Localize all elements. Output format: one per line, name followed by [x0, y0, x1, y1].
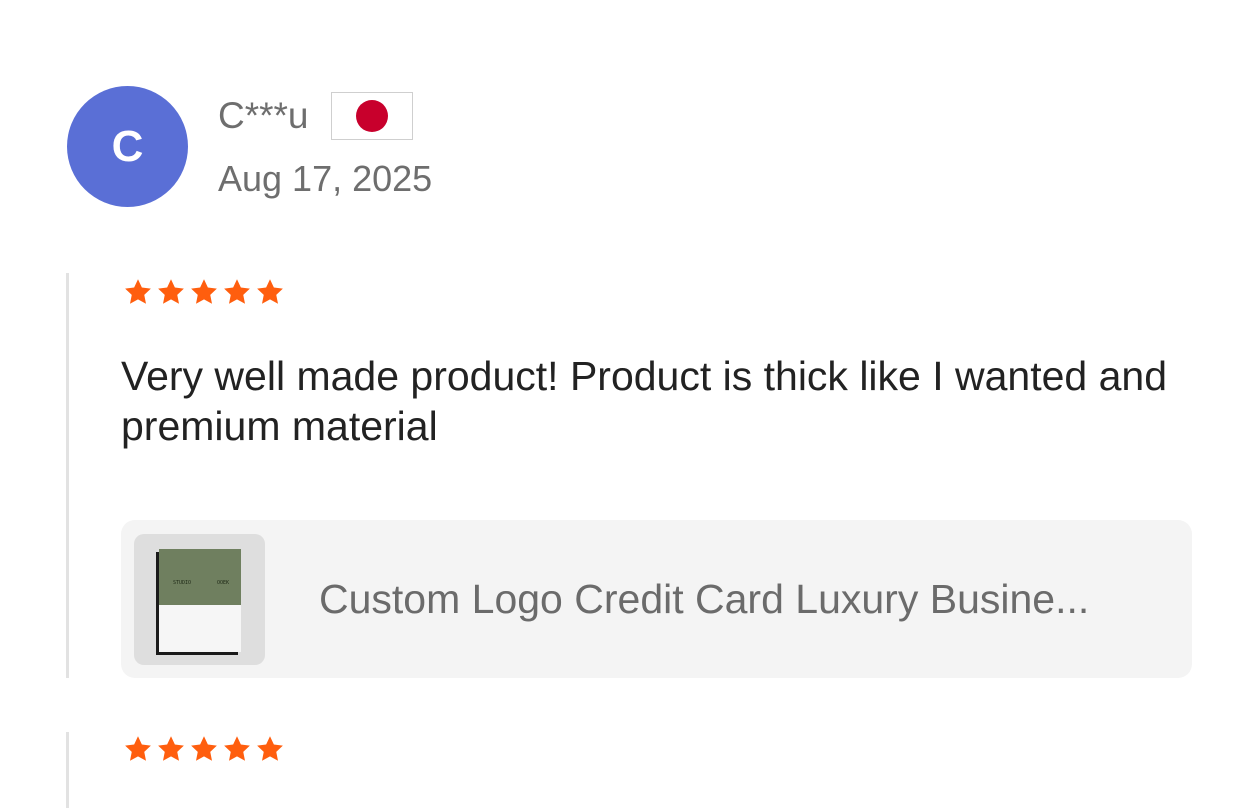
star-icon [191, 736, 217, 761]
star-rating [122, 277, 286, 307]
japan-flag-icon [331, 92, 413, 140]
star-icon [158, 279, 184, 304]
avatar-letter: C [111, 121, 144, 171]
product-title[interactable]: Custom Logo Credit Card Luxury Busine... [319, 574, 1165, 624]
star-icon [224, 736, 250, 761]
star-icon [257, 736, 283, 761]
white-card-image [159, 605, 241, 652]
product-thumbnail[interactable]: STUDIO OOEK [134, 534, 265, 665]
green-card-image: STUDIO OOEK [159, 549, 241, 605]
star-icon [125, 736, 151, 761]
next-star-rating [122, 734, 286, 764]
thumbnail-caption-right: OOEK [217, 580, 230, 586]
reviewer-name: C***u [218, 95, 309, 136]
product-card[interactable]: STUDIO OOEK Custom Logo Credit Card Luxu… [121, 520, 1192, 678]
review-divider [66, 273, 69, 678]
review-text: Very well made product! Product is thick… [121, 353, 1168, 449]
star-icon [191, 279, 217, 304]
star-icon [257, 279, 283, 304]
thumbnail-caption-left: STUDIO [173, 580, 192, 586]
avatar: C [67, 86, 188, 207]
star-icon [224, 279, 250, 304]
flag-sun [356, 100, 388, 132]
star-icon [125, 279, 151, 304]
review-date: Aug 17, 2025 [218, 158, 433, 199]
star-icon [158, 736, 184, 761]
next-review-divider [66, 732, 69, 808]
